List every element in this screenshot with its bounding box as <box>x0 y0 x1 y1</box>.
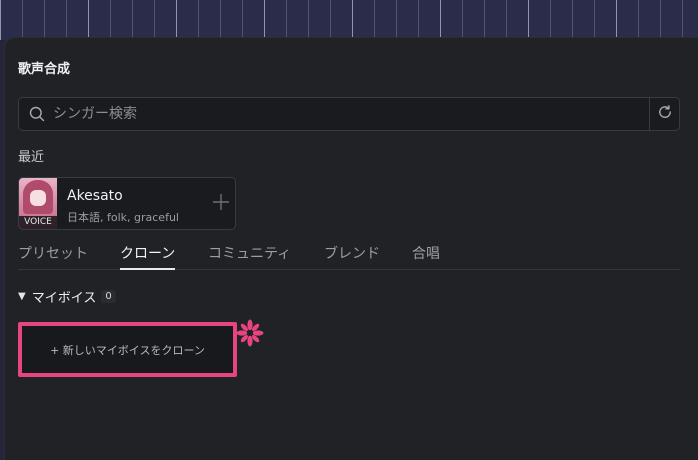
voice-name: Akesato <box>67 188 123 204</box>
tab-clone[interactable]: クローン <box>120 243 176 270</box>
clone-new-voice-button[interactable]: + 新しいマイボイスをクローン <box>18 322 237 377</box>
recent-voice-card[interactable]: VOICE Akesato 日本語, folk, graceful <box>18 177 236 230</box>
singer-search-input[interactable] <box>53 98 633 130</box>
refresh-button[interactable] <box>649 98 679 130</box>
voice-tabs: プリセット クローン コミュニティ ブレンド 合唱 <box>18 243 680 270</box>
my-voices-label: マイボイス <box>31 290 97 306</box>
panel-title: 歌声合成 <box>18 62 71 77</box>
sparkle-icon <box>236 319 264 347</box>
search-icon <box>29 106 45 122</box>
singer-search-box <box>18 97 680 131</box>
tab-blend[interactable]: ブレンド <box>324 243 380 269</box>
avatar-face <box>30 190 46 206</box>
voice-avatar: VOICE <box>19 178 57 229</box>
recent-heading: 最近 <box>18 150 45 165</box>
my-voices-count: 0 <box>101 289 116 303</box>
voice-tags: 日本語, folk, graceful <box>67 211 179 224</box>
my-voices-group-header[interactable]: ▼ マイボイス 0 <box>18 285 116 307</box>
voice-badge: VOICE <box>19 216 57 229</box>
refresh-icon <box>657 104 673 124</box>
plus-icon[interactable] <box>211 192 231 212</box>
caret-down-icon: ▼ <box>18 290 26 302</box>
tab-preset[interactable]: プリセット <box>18 243 88 269</box>
tab-chorus[interactable]: 合唱 <box>412 243 440 269</box>
tab-community[interactable]: コミュニティ <box>208 243 291 269</box>
